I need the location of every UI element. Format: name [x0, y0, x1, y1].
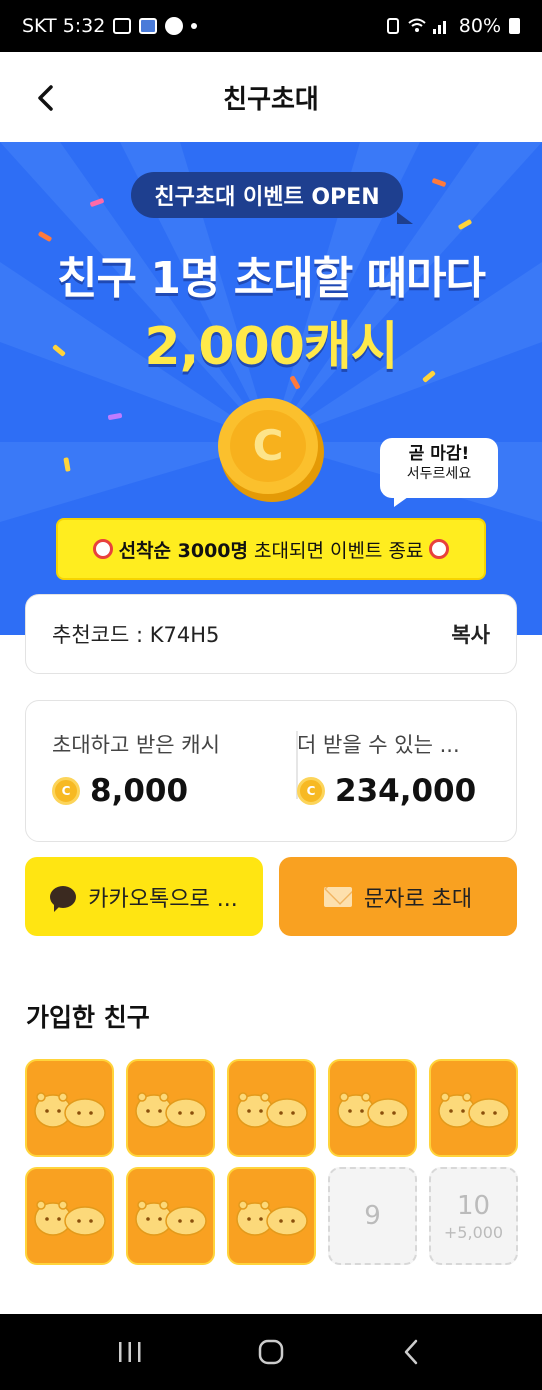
- sms-invite-label: 문자로 초대: [363, 886, 473, 912]
- friend-slot-filled: [328, 1059, 417, 1157]
- recent-apps-icon: [119, 1342, 141, 1362]
- cash-stats-card: 초대하고 받은 캐시 C 8,000 더 받을 수 있는 ... C 234,0…: [25, 700, 517, 842]
- earned-cash-row: C 8,000: [52, 773, 271, 809]
- referral-code-card: 추천코드 : K74H5 복사: [25, 594, 517, 674]
- slot-number: 9: [364, 1201, 381, 1231]
- promo-strong-text: 선착순 3000명: [118, 539, 248, 562]
- remaining-cash-value: 234,000: [335, 773, 477, 809]
- home-icon: [258, 1339, 284, 1365]
- mascot-friends-icon: [337, 1092, 409, 1128]
- svg-text:C: C: [253, 421, 284, 470]
- pill-tail-decoration: [397, 212, 413, 224]
- wifi-signal-icon: [408, 18, 446, 34]
- gallery-icon: [113, 18, 132, 34]
- friend-slot-filled: [429, 1059, 518, 1157]
- app-header: 친구초대: [0, 52, 542, 142]
- remaining-cash-row: C 234,000: [297, 773, 516, 809]
- mascot-friends-icon: [236, 1092, 308, 1128]
- recent-apps-button[interactable]: [110, 1332, 150, 1372]
- deadline-speech-bubble: 곧 마감! 서두르세요: [380, 438, 498, 507]
- alarm-clock-icon: [92, 539, 113, 559]
- slot-bonus: +5,000: [443, 1222, 504, 1242]
- big-coin-icon: C: [218, 398, 324, 502]
- banner-headline: 친구 1명 초대할 때마다: [57, 253, 486, 304]
- remaining-cash-stat: 더 받을 수 있는 ... C 234,000: [271, 701, 516, 841]
- battery-saver-icon: [386, 18, 399, 34]
- mascot-friends-icon: [438, 1092, 510, 1128]
- earned-cash-label: 초대하고 받은 캐시: [52, 733, 220, 757]
- share-buttons: 카카오톡으로 ... 문자로 초대: [25, 857, 517, 936]
- remaining-cash-label: 더 받을 수 있는 ...: [297, 733, 460, 757]
- gear-icon: [165, 17, 184, 35]
- mascot-friends-icon: [34, 1092, 106, 1128]
- promo-rest-text: 초대되면 이벤트 종료: [254, 539, 424, 562]
- joined-friends-grid: 9 10 +5,000: [25, 1059, 519, 1265]
- friend-slot-empty: 9: [328, 1167, 417, 1265]
- coin-icon: C: [52, 777, 80, 805]
- friend-slot-filled: [227, 1167, 316, 1265]
- carrier-time: SKT 5:32: [22, 15, 106, 37]
- envelope-icon: [323, 886, 352, 907]
- coin-icon: C: [297, 777, 325, 805]
- speech-title: 곧 마감!: [408, 444, 470, 464]
- more-notifications-icon: [191, 23, 198, 29]
- friend-slot-empty: 10 +5,000: [429, 1167, 518, 1265]
- mascot-friends-icon: [135, 1092, 207, 1128]
- kakaotalk-invite-label: 카카오톡으로 ...: [88, 886, 238, 912]
- battery-icon: [509, 18, 520, 34]
- earned-cash-stat: 초대하고 받은 캐시 C 8,000: [26, 701, 271, 841]
- sms-invite-button[interactable]: 문자로 초대: [279, 857, 517, 936]
- chevron-left-icon: [38, 85, 53, 111]
- battery-percent: 80%: [458, 15, 501, 37]
- copy-code-button[interactable]: 복사: [451, 619, 490, 649]
- chat-bubble-icon: [50, 885, 77, 912]
- friend-slot-filled: [25, 1167, 114, 1265]
- earned-cash-value: 8,000: [90, 773, 189, 809]
- back-arrow-icon: [404, 1339, 417, 1365]
- banner-reward-amount: 2,000캐시: [144, 317, 398, 377]
- event-banner: 친구초대 이벤트 OPEN 친구 1명 초대할 때마다 2,000캐시 C 곧 …: [0, 142, 542, 635]
- status-bar: SKT 5:32 80%: [0, 0, 542, 52]
- app-notification-icon: [139, 18, 158, 34]
- system-back-button[interactable]: [392, 1332, 432, 1372]
- joined-friends-title: 가입한 친구: [26, 1003, 150, 1032]
- speech-tail-decoration: [394, 497, 408, 507]
- event-pill-label: 친구초대 이벤트 OPEN: [154, 185, 380, 210]
- status-left: SKT 5:32: [22, 15, 198, 37]
- mascot-friends-icon: [34, 1200, 106, 1236]
- kakaotalk-invite-button[interactable]: 카카오톡으로 ...: [25, 857, 263, 936]
- alarm-clock-icon: [429, 539, 450, 559]
- event-open-pill: 친구초대 이벤트 OPEN: [131, 172, 413, 224]
- home-button[interactable]: [251, 1332, 291, 1372]
- friend-slot-filled: [126, 1059, 215, 1157]
- page-title: 친구초대: [223, 84, 319, 115]
- slot-number: 10: [456, 1190, 491, 1221]
- system-nav-bar: [0, 1314, 542, 1390]
- friend-slot-filled: [25, 1059, 114, 1157]
- friend-slot-filled: [126, 1167, 215, 1265]
- promo-notice-bar: 선착순 3000명 초대되면 이벤트 종료: [56, 518, 486, 580]
- mascot-friends-icon: [135, 1200, 207, 1236]
- referral-code: 추천코드 : K74H5: [52, 623, 220, 647]
- mascot-friends-icon: [236, 1200, 308, 1236]
- status-right: 80%: [386, 15, 520, 37]
- back-button[interactable]: [26, 78, 66, 118]
- speech-subtitle: 서두르세요: [406, 466, 472, 482]
- friend-slot-filled: [227, 1059, 316, 1157]
